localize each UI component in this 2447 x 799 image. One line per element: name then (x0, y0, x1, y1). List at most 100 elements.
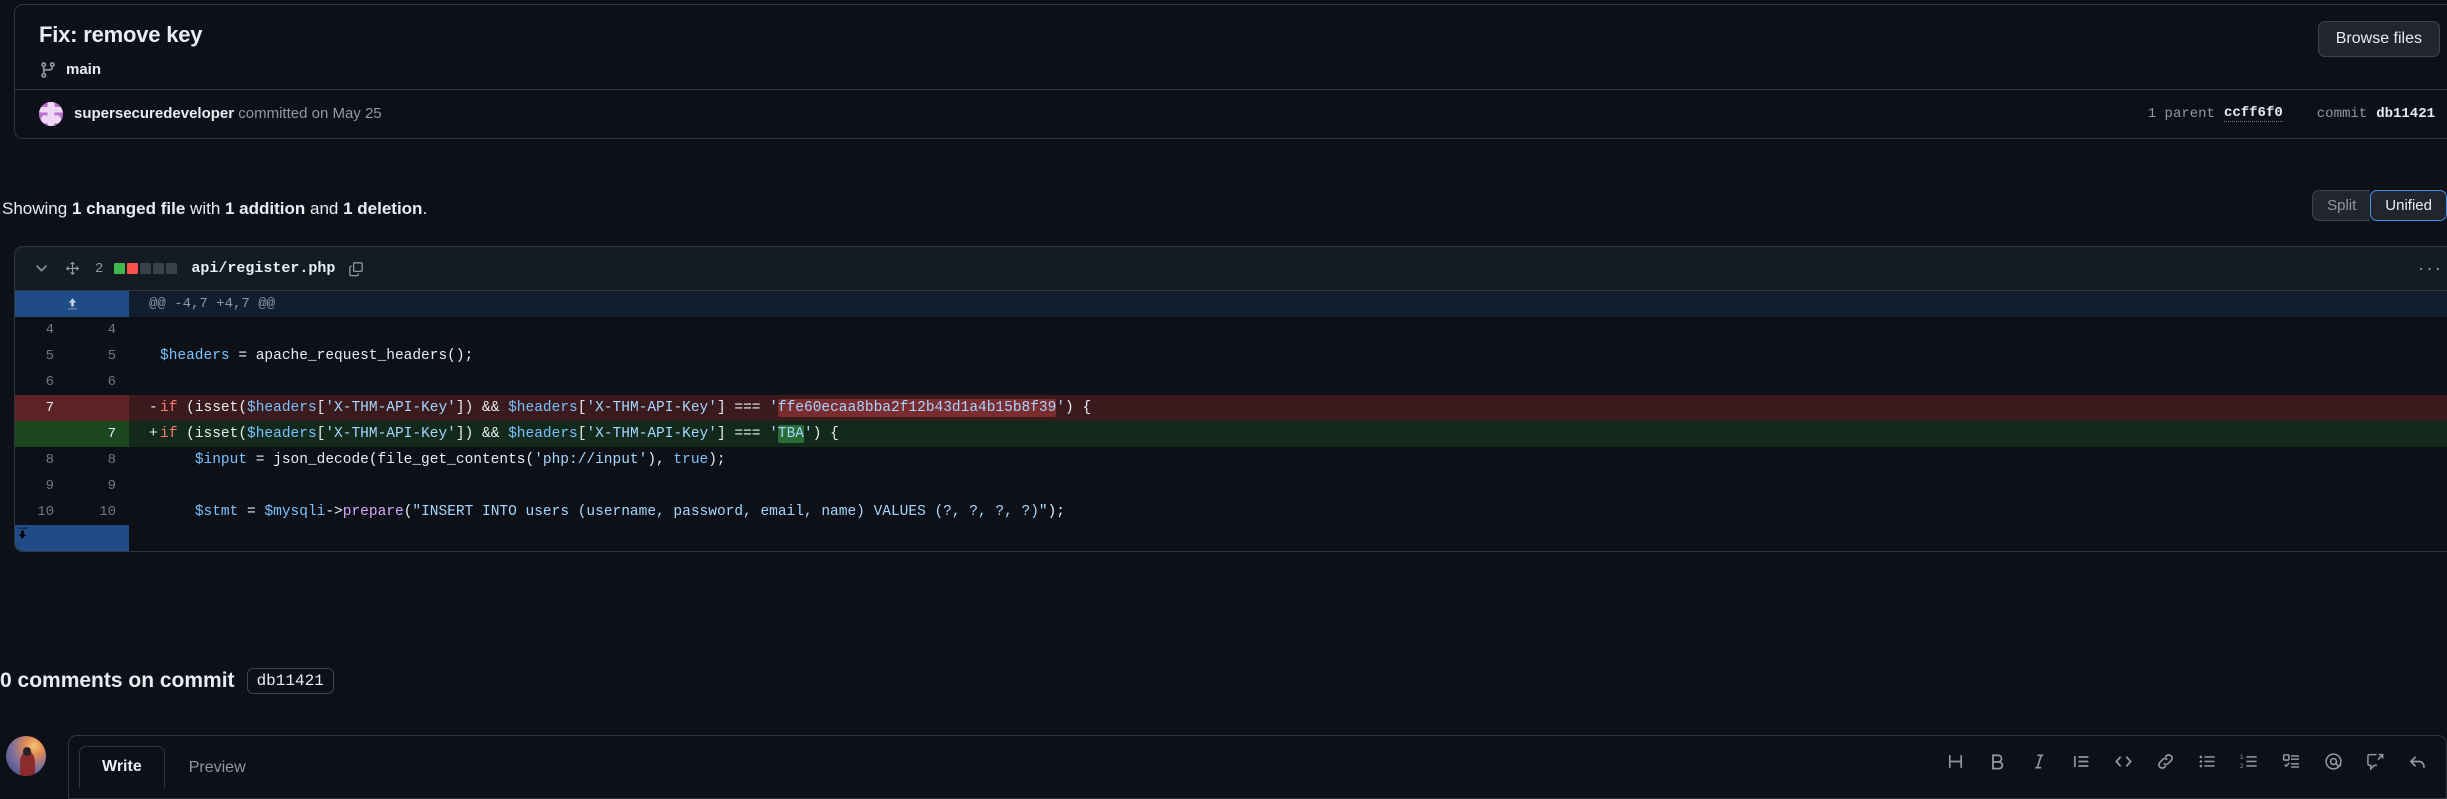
expand-down-icon (15, 526, 30, 541)
diff-line-code[interactable]: - if (isset($headers['X-THM-API-Key']) &&… (129, 395, 2447, 421)
diffstat-square-neutral (153, 263, 165, 274)
page-title: Fix: remove key (39, 22, 203, 47)
added-api-key: TBA (777, 425, 804, 443)
diff-line-context: 10 10 $stmt = $mysqli->prepare("INSERT I… (15, 499, 2447, 525)
summary-suffix: . (422, 199, 428, 218)
deletion-marker: - (149, 400, 158, 416)
branch-name[interactable]: main (66, 61, 101, 78)
comments-commit-sha[interactable]: db11421 (246, 668, 334, 694)
code-icon[interactable] (2108, 746, 2138, 776)
link-icon[interactable] (2150, 746, 2180, 776)
mention-icon[interactable] (2318, 746, 2348, 776)
drag-handle-icon[interactable] (64, 260, 81, 277)
diff-summary-text: Showing 1 changed file with 1 addition a… (0, 199, 427, 219)
deletions-count: 1 deletion (343, 199, 423, 218)
current-user-avatar[interactable] (6, 736, 46, 776)
unordered-list-icon[interactable] (2192, 746, 2222, 776)
commit-author-line: supersecuredeveloper committed on May 25 (39, 101, 382, 126)
commit-header-card: Fix: remove key main Browse files supers… (14, 4, 2447, 139)
diffstat-bar (114, 263, 178, 274)
new-line-number: 4 (67, 317, 129, 343)
commit-label: commit (2316, 105, 2368, 122)
expand-up-button[interactable] (15, 291, 129, 317)
comment-editor: Write Preview 1 2 (68, 735, 2447, 799)
new-line-number: 7 (67, 421, 129, 447)
new-line-number: 5 (67, 343, 129, 369)
branch-icon (39, 61, 57, 79)
diffstat-square-neutral (166, 263, 178, 274)
copy-icon[interactable] (348, 261, 364, 277)
file-options-menu-icon[interactable]: ··· (2418, 259, 2443, 278)
comment-compose-area: Write Preview 1 2 (0, 735, 2447, 799)
quote-icon[interactable] (2066, 746, 2096, 776)
new-line-number: 6 (67, 369, 129, 395)
tab-preview[interactable]: Preview (167, 748, 268, 788)
new-line-number: 9 (67, 473, 129, 499)
diff-line-context: 9 9 (15, 473, 2447, 499)
committed-date: committed on May 25 (238, 105, 382, 123)
new-line-number: 10 (67, 499, 129, 525)
comments-heading-row: 0 comments on commit db11421 (0, 668, 334, 694)
author-name[interactable]: supersecuredeveloper (74, 105, 234, 122)
branch-row: main (39, 61, 2435, 79)
additions-count: 1 addition (225, 199, 306, 218)
new-line-number (67, 395, 129, 421)
author-avatar[interactable] (39, 101, 63, 126)
old-line-number: 5 (15, 343, 67, 369)
old-line-number: 9 (15, 473, 67, 499)
diff-line-code[interactable]: $input = json_decode(file_get_contents('… (129, 447, 2447, 473)
new-line-number: 8 (67, 447, 129, 473)
addition-marker: + (149, 426, 158, 442)
italic-icon[interactable] (2024, 746, 2054, 776)
svg-text:2: 2 (2240, 762, 2244, 769)
split-view-button[interactable]: Split (2312, 190, 2371, 221)
old-line-number: 8 (15, 447, 67, 473)
summary-and: and (305, 199, 344, 218)
old-line-number: 7 (15, 395, 67, 421)
diff-line-code[interactable]: + if (isset($headers['X-THM-API-Key']) &&… (129, 421, 2447, 447)
file-path[interactable]: api/register.php (191, 260, 335, 277)
diff-file-box: 2 api/register.php ··· @@ -4,7 +4,7 @@ 4… (14, 246, 2447, 552)
heading-icon[interactable] (1940, 746, 1970, 776)
reply-icon[interactable] (2402, 746, 2432, 776)
task-list-icon[interactable] (2276, 746, 2306, 776)
old-line-number (15, 421, 67, 447)
deleted-api-key: ffe60ecaa8bba2f12b43d1a4b15b8f39 (777, 399, 1057, 417)
diff-hunk-header-row: @@ -4,7 +4,7 @@ (15, 291, 2447, 317)
diff-line-code[interactable] (129, 473, 2447, 499)
tab-write[interactable]: Write (79, 746, 165, 788)
diff-line-code[interactable]: $headers = apache_request_headers(); (129, 343, 2447, 369)
diff-line-deleted: 7 - if (isset($headers['X-THM-API-Key']) … (15, 395, 2447, 421)
browse-files-button[interactable]: Browse files (2317, 21, 2440, 57)
hunk-header-text: @@ -4,7 +4,7 @@ (129, 291, 2447, 317)
diff-body: @@ -4,7 +4,7 @@ 4 4 5 5 $headers = apach… (15, 291, 2447, 551)
comments-heading: 0 comments on commit (0, 669, 235, 692)
diff-view-toggle: Split Unified (2312, 190, 2447, 221)
diff-file-header: 2 api/register.php ··· (15, 247, 2447, 291)
parent-sha-link[interactable]: ccff6f0 (2223, 105, 2283, 123)
diff-line-code[interactable]: $stmt = $mysqli->prepare("INSERT INTO us… (129, 499, 2447, 525)
commit-sha[interactable]: db11421 (2376, 106, 2435, 122)
chevron-down-icon[interactable] (33, 260, 50, 277)
expand-down-button[interactable] (15, 525, 129, 551)
diff-line-context: 8 8 $input = json_decode(file_get_conten… (15, 447, 2447, 473)
diff-expand-down-row (15, 525, 2447, 551)
markdown-toolbar: 12 (1940, 746, 2432, 776)
diff-line-code[interactable] (129, 317, 2447, 343)
author-text: supersecuredeveloper committed on May 25 (74, 105, 382, 122)
old-line-number: 10 (15, 499, 67, 525)
saved-reply-icon[interactable] (2360, 746, 2390, 776)
ordered-list-icon[interactable]: 12 (2234, 746, 2264, 776)
bold-icon[interactable] (1982, 746, 2012, 776)
svg-text:1: 1 (2240, 754, 2244, 761)
file-change-count: 2 (95, 260, 104, 277)
unified-view-button[interactable]: Unified (2370, 190, 2447, 221)
summary-with: with (185, 199, 225, 218)
diff-line-code[interactable] (129, 369, 2447, 395)
summary-prefix: Showing (2, 199, 72, 218)
diff-line-context: 6 6 (15, 369, 2447, 395)
commit-hashes: 1 parent ccff6f0 commit db11421 (2147, 105, 2435, 123)
diffstat-square-del (127, 263, 139, 274)
old-line-number: 4 (15, 317, 67, 343)
parent-count-label: 1 parent (2147, 105, 2215, 122)
